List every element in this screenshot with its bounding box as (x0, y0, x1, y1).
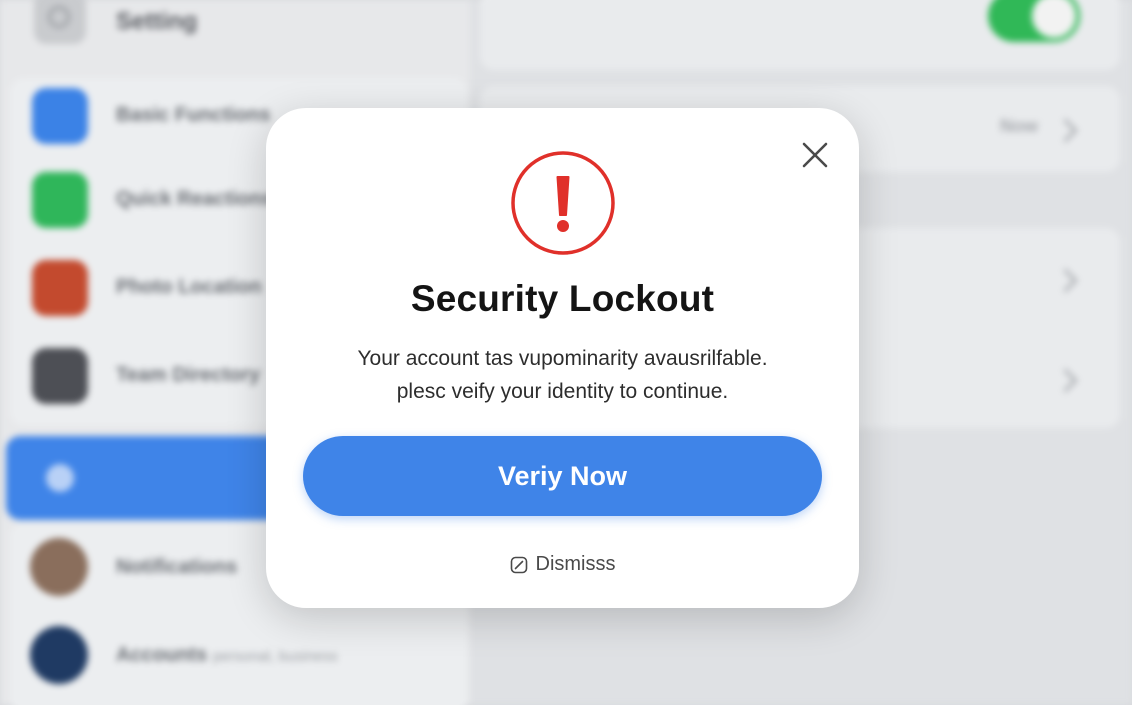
sidebar-item-label: Basic Functions (116, 104, 271, 126)
browser-icon (32, 88, 88, 144)
verify-now-button[interactable]: Veriy Now (303, 436, 822, 516)
settings-gear-icon (34, 0, 86, 44)
dialog-message: Your account tas vupominarity avausrilfa… (286, 342, 839, 408)
avatar-icon (30, 538, 88, 596)
sidebar-item-label: Quick Reactions (116, 188, 273, 210)
close-button[interactable] (800, 140, 830, 170)
checkbox-icon (510, 556, 527, 573)
avatar-icon (32, 260, 88, 316)
detail-row-value: Now (1000, 116, 1038, 136)
sidebar-item-sublabel: personal, business (212, 648, 338, 665)
dialog-title: Security Lockout (410, 278, 715, 319)
detail-card-top (480, 0, 1120, 70)
sidebar-item-accounts[interactable]: Accounts personal, business (0, 612, 470, 700)
alert-icon (509, 149, 617, 257)
security-lockout-dialog: Security Lockout Your account tas vupomi… (266, 108, 859, 608)
sidebar-item-label: Accounts personal, business (116, 644, 338, 667)
avatar-icon (30, 626, 88, 684)
dismiss-label: Dismisss (535, 553, 616, 575)
sidebar-item-label: Team Directory (116, 364, 261, 386)
chevron-right-icon (1053, 268, 1078, 293)
chevron-right-icon (1053, 118, 1078, 143)
sidebar-item-label: Photo Location (116, 276, 262, 298)
avatar-icon (32, 348, 88, 404)
dialog-message-line-1: Your account tas vupominarity avausrilfa… (357, 347, 768, 370)
page-title: Setting (116, 8, 198, 35)
sidebar-header: Setting (0, 0, 470, 60)
toggle-switch[interactable] (988, 0, 1080, 42)
screen: Setting Basic Functions Quick Reactions … (0, 0, 1132, 705)
sidebar-item-label-text: Accounts (116, 644, 208, 666)
sidebar-item-label: Notifications (116, 556, 238, 578)
selected-item-icon (46, 464, 74, 492)
dismiss-button[interactable]: Dismisss (266, 553, 859, 576)
chevron-right-icon (1053, 368, 1078, 393)
close-icon (802, 142, 828, 168)
dialog-message-line-2: plesc veify your identity to continue. (396, 380, 729, 403)
chat-icon (32, 172, 88, 228)
